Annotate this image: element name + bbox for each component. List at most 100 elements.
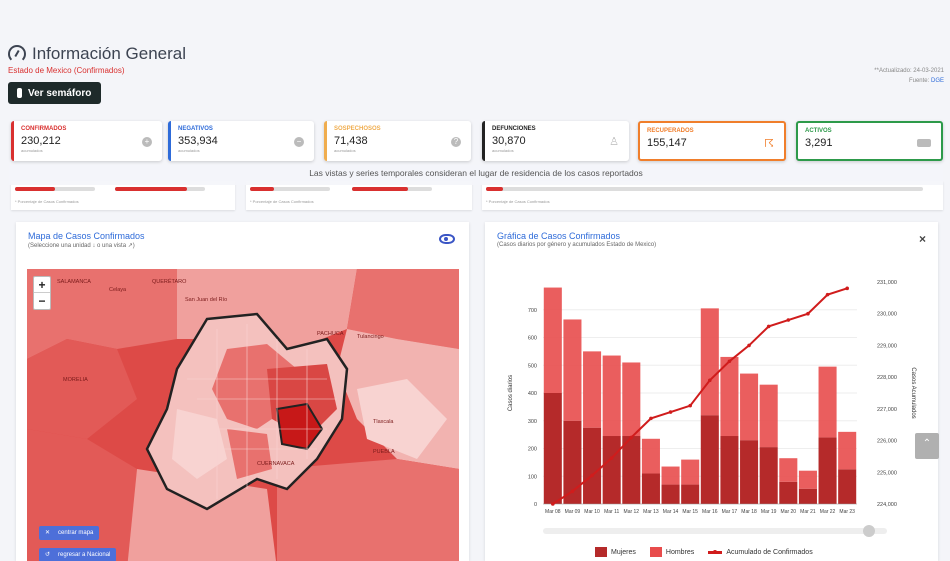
bar-hombres <box>641 438 660 474</box>
scroll-top-button[interactable]: ⌃ <box>915 433 939 459</box>
bar-mujeres <box>720 436 739 504</box>
point-acumulado <box>609 456 614 460</box>
bar-hombres <box>700 308 719 416</box>
card-confirmados[interactable]: Confirmados 230,212 acumulados + <box>11 121 162 161</box>
card-value: 3,291 <box>805 137 833 149</box>
map-label: Tlaxcala <box>373 419 394 425</box>
bar-mujeres <box>641 473 660 504</box>
bar-mujeres <box>798 488 817 504</box>
eye-icon[interactable] <box>439 234 455 244</box>
strip-footnote: * Porcentaje de Casos Confirmados <box>486 199 550 204</box>
center-map-label: centrar mapa <box>58 530 94 536</box>
card-value: 155,147 <box>647 137 687 149</box>
range-slider-handle <box>863 525 875 537</box>
ver-semaforo-button[interactable]: Ver semáforo <box>8 82 101 104</box>
y-tick-label: 100 <box>528 474 537 480</box>
map-label: San Juan del Río <box>185 297 228 303</box>
zoom-out-button[interactable]: − <box>34 293 50 309</box>
x-tick-label: Mar 16 <box>702 509 718 515</box>
updated-date: **Actualizado: 24-03-2021 <box>874 68 944 74</box>
point-acumulado <box>766 324 771 329</box>
stats-strip-3: * Porcentaje de Casos Confirmados <box>482 181 943 210</box>
bar-mujeres <box>543 393 562 504</box>
center-map-button[interactable]: ✕ centrar mapa <box>39 526 100 540</box>
bar-mujeres <box>818 437 837 504</box>
ver-semaforo-label: Ver semáforo <box>28 87 92 99</box>
x-tick-label: Mar 14 <box>663 509 679 515</box>
strip-footnote: * Porcentaje de Casos Confirmados <box>250 199 314 204</box>
bar-mujeres <box>661 484 680 504</box>
legend-men[interactable]: Hombres <box>649 547 694 557</box>
choropleth-map[interactable]: SALAMANCA QUERÉTARO Celaya San Juan del … <box>27 269 459 561</box>
point-acumulado <box>570 489 575 494</box>
map-label: MORELIA <box>63 377 88 383</box>
bar-hombres <box>563 319 582 421</box>
legend-cumulative[interactable]: Acumulado de Confirmados <box>708 549 813 556</box>
point-acumulado <box>649 416 653 421</box>
map-label: Tulancingo <box>357 334 384 340</box>
walking-icon: ☈ <box>764 138 774 150</box>
map-label: SALAMANCA <box>57 279 91 285</box>
x-tick-label: Mar 18 <box>741 509 757 515</box>
plus-circle-icon: + <box>142 137 152 147</box>
x-tick-label: Mar 09 <box>565 509 581 515</box>
bar-mujeres <box>622 436 641 504</box>
x-tick-label: Mar 11 <box>604 509 619 515</box>
chart-panel: Gráfica de Casos Confirmados (Casos diar… <box>485 222 938 561</box>
card-negativos[interactable]: Negativos 353,934 acumulados − <box>168 121 314 161</box>
y2-tick-label: 231,000 <box>877 280 897 286</box>
card-label: Recuperados <box>647 128 694 134</box>
zoom-in-button[interactable]: + <box>34 277 50 293</box>
card-recuperados[interactable]: Recuperados 155,147 ☈ <box>638 121 786 161</box>
bar-hombres <box>798 470 817 489</box>
legend-women[interactable]: Mujeres <box>595 547 636 557</box>
bar-hombres <box>759 384 778 448</box>
cases-chart: 0 100 200 300 400 500 600 700 224,000 225,000 226,… <box>508 280 916 537</box>
bar-mujeres <box>838 469 857 504</box>
point-acumulado <box>629 435 634 440</box>
y-tick-label: 300 <box>528 419 537 425</box>
back-national-button[interactable]: ↺ regresar a Nacional <box>39 548 117 561</box>
y2-tick-label: 226,000 <box>877 439 897 445</box>
dashboard-gauge-icon <box>8 45 26 63</box>
card-value: 30,870 <box>492 135 526 147</box>
strip-footnote: * Porcentaje de Casos Confirmados <box>15 199 79 204</box>
bar-hombres <box>818 366 837 438</box>
map-svg <box>27 269 459 561</box>
page-subtitle: Estado de Mexico (Confirmados) <box>8 66 125 75</box>
question-circle-icon: ? <box>451 137 461 147</box>
x-tick-label: Mar 22 <box>820 509 836 515</box>
bar-mujeres <box>779 481 798 504</box>
card-activos[interactable]: Activos 3,291 <box>796 121 943 161</box>
progress-bar <box>486 187 923 191</box>
map-zoom-control: + − <box>33 276 51 310</box>
map-panel-title: Mapa de Casos Confirmados <box>28 231 145 241</box>
map-label: PACHUCA <box>317 331 344 337</box>
bed-icon <box>917 139 931 147</box>
card-label: Negativos <box>178 126 213 132</box>
bar-mujeres <box>583 427 602 504</box>
y2-tick-label: 228,000 <box>877 375 897 381</box>
point-acumulado <box>845 286 849 291</box>
crosshair-icon: ✕ <box>45 530 51 536</box>
map-label: Celaya <box>109 287 127 293</box>
x-tick-label: Mar 15 <box>682 509 698 515</box>
indicator-cards: Confirmados 230,212 acumulados + Negativ… <box>11 121 943 161</box>
x-tick-label: Mar 19 <box>761 509 777 515</box>
bar-hombres <box>602 355 621 437</box>
y-tick-label: 500 <box>528 363 537 369</box>
y2-axis-label: Casos Acumulados <box>910 367 916 418</box>
bar-hombres <box>740 373 759 441</box>
person-icon: ♙ <box>609 136 619 148</box>
point-acumulado <box>806 311 810 316</box>
card-sub: acumulados <box>21 148 43 153</box>
card-sub: acumulados <box>492 148 514 153</box>
header: Información General Estado de Mexico (Co… <box>8 44 186 104</box>
source-link[interactable]: DGE <box>931 78 944 84</box>
point-acumulado <box>668 410 673 414</box>
bar-hombres <box>681 459 700 485</box>
card-sospechosos[interactable]: Sospechosos 71,438 acumulados ? <box>324 121 471 161</box>
bar-hombres <box>661 466 680 485</box>
card-defunciones[interactable]: Defunciones 30,870 acumulados ♙ <box>482 121 629 161</box>
x-tick-label: Mar 08 <box>545 509 561 515</box>
